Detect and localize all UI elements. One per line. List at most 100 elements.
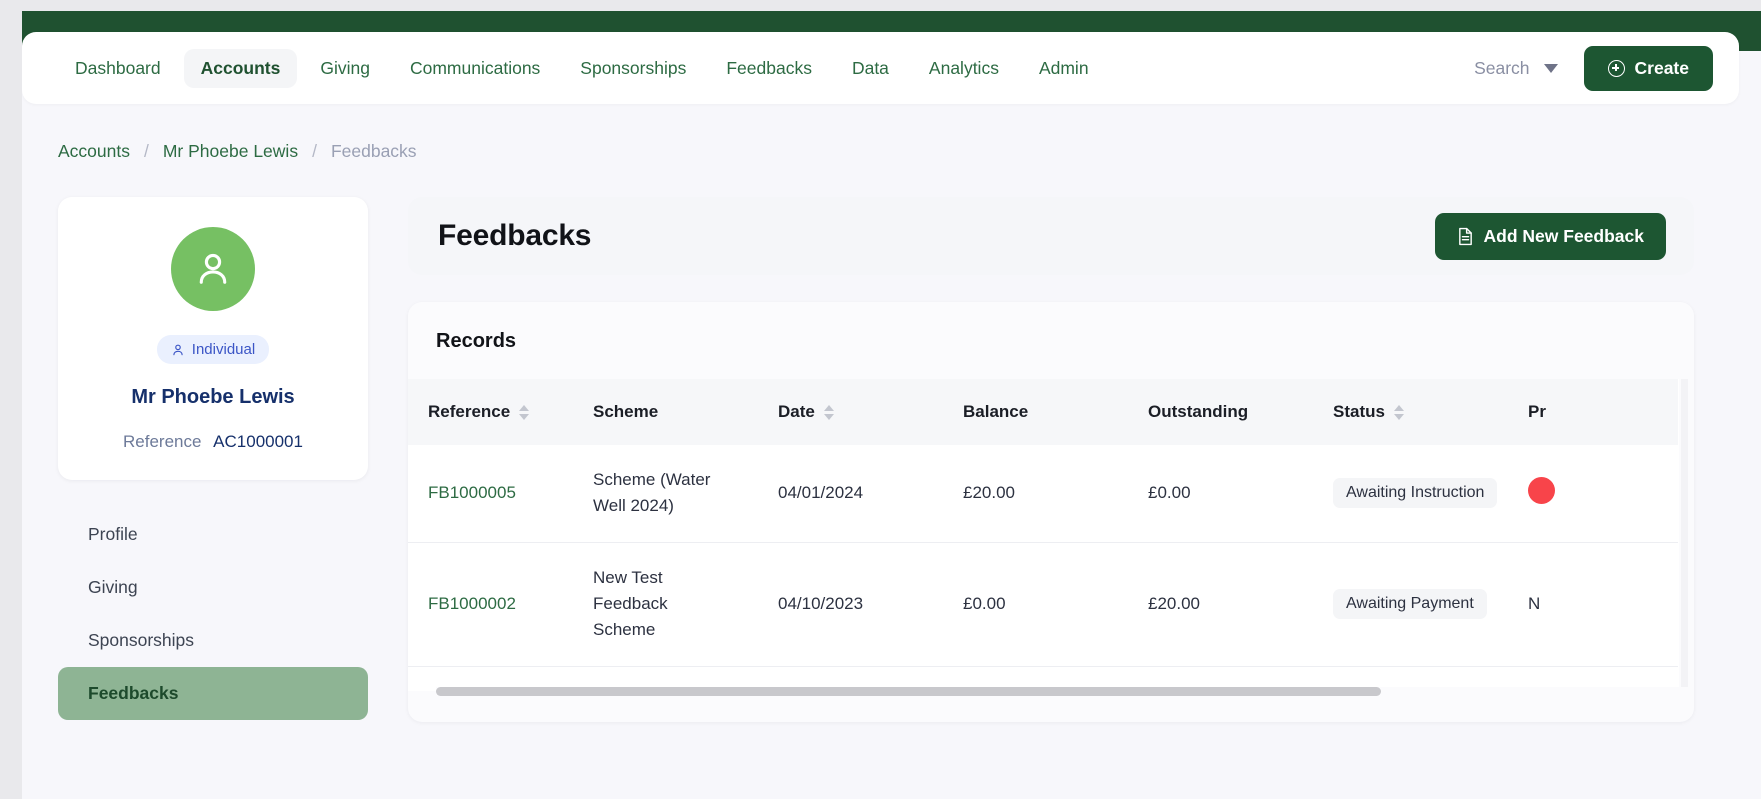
profile-card: Individual Mr Phoebe Lewis Reference AC1… [58, 197, 368, 480]
column-header-status[interactable]: Status [1333, 379, 1528, 445]
profile-name: Mr Phoebe Lewis [131, 386, 295, 408]
breadcrumb: Accounts / Mr Phoebe Lewis / Feedbacks [58, 141, 417, 162]
nav-item-analytics[interactable]: Analytics [912, 49, 1016, 88]
cell-scheme: Scheme (Water Well 2024) [593, 445, 778, 543]
vertical-scrollbar[interactable] [1681, 379, 1688, 691]
cell-balance: £0.00 [963, 542, 1148, 667]
nav-item-admin[interactable]: Admin [1022, 49, 1106, 88]
sidebar-item-giving[interactable]: Giving [58, 561, 368, 614]
nav-item-accounts[interactable]: Accounts [183, 48, 298, 88]
cell-pr [1528, 445, 1690, 543]
reference-link[interactable]: FB1000002 [428, 594, 516, 613]
sidebar-item-label: Feedbacks [88, 683, 179, 703]
create-button[interactable]: Create [1583, 45, 1713, 91]
top-navigation-bar: Dashboard Accounts Giving Communications… [22, 32, 1739, 104]
breadcrumb-item-account-name[interactable]: Mr Phoebe Lewis [163, 141, 298, 162]
nav-item-sponsorships[interactable]: Sponsorships [563, 49, 703, 88]
column-header-outstanding: Outstanding [1148, 379, 1333, 445]
column-header-label: Date [778, 402, 815, 421]
sidebar-item-profile[interactable]: Profile [58, 508, 368, 561]
sidebar-item-label: Giving [88, 577, 138, 597]
profile-reference: Reference AC1000001 [76, 432, 350, 452]
nav-item-list: Dashboard Accounts Giving Communications… [58, 48, 1106, 88]
nav-item-feedbacks[interactable]: Feedbacks [709, 49, 829, 88]
left-column: Individual Mr Phoebe Lewis Reference AC1… [58, 197, 368, 720]
cell-status: Awaiting Payment [1333, 542, 1528, 667]
nav-item-label: Communications [409, 57, 541, 78]
nav-item-data[interactable]: Data [835, 49, 906, 88]
nav-item-label: Sponsorships [580, 57, 687, 78]
column-header-label: Outstanding [1148, 402, 1249, 421]
add-new-feedback-label: Add New Feedback [1483, 225, 1644, 246]
cell-outstanding: £0.00 [1148, 445, 1333, 543]
reference-link[interactable]: FB1000005 [428, 483, 516, 502]
cell-status: Awaiting Instruction [1333, 445, 1528, 543]
status-indicator-icon [1528, 477, 1555, 505]
add-new-feedback-button[interactable]: Add New Feedback [1434, 212, 1666, 260]
column-header-pr: Pr [1528, 379, 1690, 445]
horizontal-scrollbar-thumb[interactable] [436, 687, 1381, 696]
horizontal-scrollbar[interactable] [436, 687, 1690, 696]
records-table-scroll-area[interactable]: Reference Scheme Date Balance Outstandin… [408, 379, 1690, 691]
nav-item-label: Data [851, 57, 889, 78]
table-row[interactable]: FB1000002 New Test Feedback Scheme 04/10… [408, 542, 1690, 667]
nav-item-label: Accounts [200, 57, 281, 78]
column-header-label: Reference [428, 402, 511, 421]
column-header-reference[interactable]: Reference [408, 379, 593, 445]
nav-item-communications[interactable]: Communications [393, 49, 557, 88]
column-header-scheme: Scheme [593, 379, 778, 445]
table-header-row: Reference Scheme Date Balance Outstandin… [408, 379, 1690, 445]
account-type-label: Individual [191, 341, 256, 358]
sidebar-item-label: Profile [88, 524, 138, 544]
document-icon [1458, 227, 1472, 245]
nav-item-label: Dashboard [75, 57, 161, 78]
avatar [171, 227, 255, 311]
cell-scheme: New Test Feedback Scheme [593, 542, 778, 667]
column-header-label: Scheme [593, 402, 659, 421]
records-card: Records Reference Scheme Date Balance Ou… [408, 302, 1694, 722]
column-header-label: Pr [1528, 402, 1546, 421]
column-header-date[interactable]: Date [778, 379, 963, 445]
reference-label: Reference [123, 432, 202, 451]
reference-value: AC1000001 [213, 432, 303, 451]
nav-item-giving[interactable]: Giving [303, 49, 387, 88]
cell-reference: FB1000002 [408, 542, 593, 667]
nav-right-group: Search Create [1474, 45, 1713, 91]
chevron-down-icon [1543, 63, 1558, 73]
panel-header: Feedbacks Add New Feedback [408, 197, 1694, 275]
breadcrumb-separator: / [143, 141, 149, 161]
records-table-body: FB1000005 Scheme (Water Well 2024) 04/01… [408, 445, 1690, 667]
nav-item-label: Admin [1038, 57, 1089, 78]
sidebar-item-feedbacks[interactable]: Feedbacks [58, 667, 368, 720]
sort-arrows-icon[interactable] [1393, 404, 1404, 420]
sort-arrows-icon[interactable] [823, 404, 834, 420]
cell-date: 04/10/2023 [778, 542, 963, 667]
page-title: Feedbacks [438, 219, 592, 252]
breadcrumb-item-current: Feedbacks [330, 141, 417, 161]
sort-arrows-icon[interactable] [519, 404, 530, 420]
nav-item-label: Feedbacks [726, 57, 812, 78]
table-row[interactable]: FB1000005 Scheme (Water Well 2024) 04/01… [408, 445, 1690, 543]
person-icon [199, 253, 227, 284]
create-button-label: Create [1634, 57, 1689, 78]
nav-item-dashboard[interactable]: Dashboard [58, 49, 178, 88]
table-right-edge-mask [1678, 379, 1690, 691]
person-icon [173, 344, 183, 355]
column-header-balance: Balance [963, 379, 1148, 445]
main-column: Feedbacks Add New Feedback Records Refer… [408, 197, 1694, 722]
breadcrumb-item-accounts[interactable]: Accounts [58, 141, 130, 162]
cell-balance: £20.00 [963, 445, 1148, 543]
status-badge: Awaiting Payment [1333, 589, 1487, 620]
column-header-label: Status [1333, 402, 1385, 421]
search-dropdown[interactable]: Search [1474, 57, 1558, 79]
nav-item-label: Giving [320, 57, 370, 78]
account-type-badge: Individual [156, 335, 270, 364]
breadcrumb-separator: / [312, 141, 317, 161]
search-label: Search [1474, 57, 1530, 78]
account-sidebar-nav: Profile Giving Sponsorships Feedbacks [58, 508, 368, 720]
sidebar-item-label: Sponsorships [88, 630, 195, 650]
sidebar-item-sponsorships[interactable]: Sponsorships [58, 614, 368, 667]
column-header-label: Balance [963, 402, 1029, 421]
records-title: Records [436, 330, 517, 352]
plus-circle-icon [1607, 59, 1625, 77]
